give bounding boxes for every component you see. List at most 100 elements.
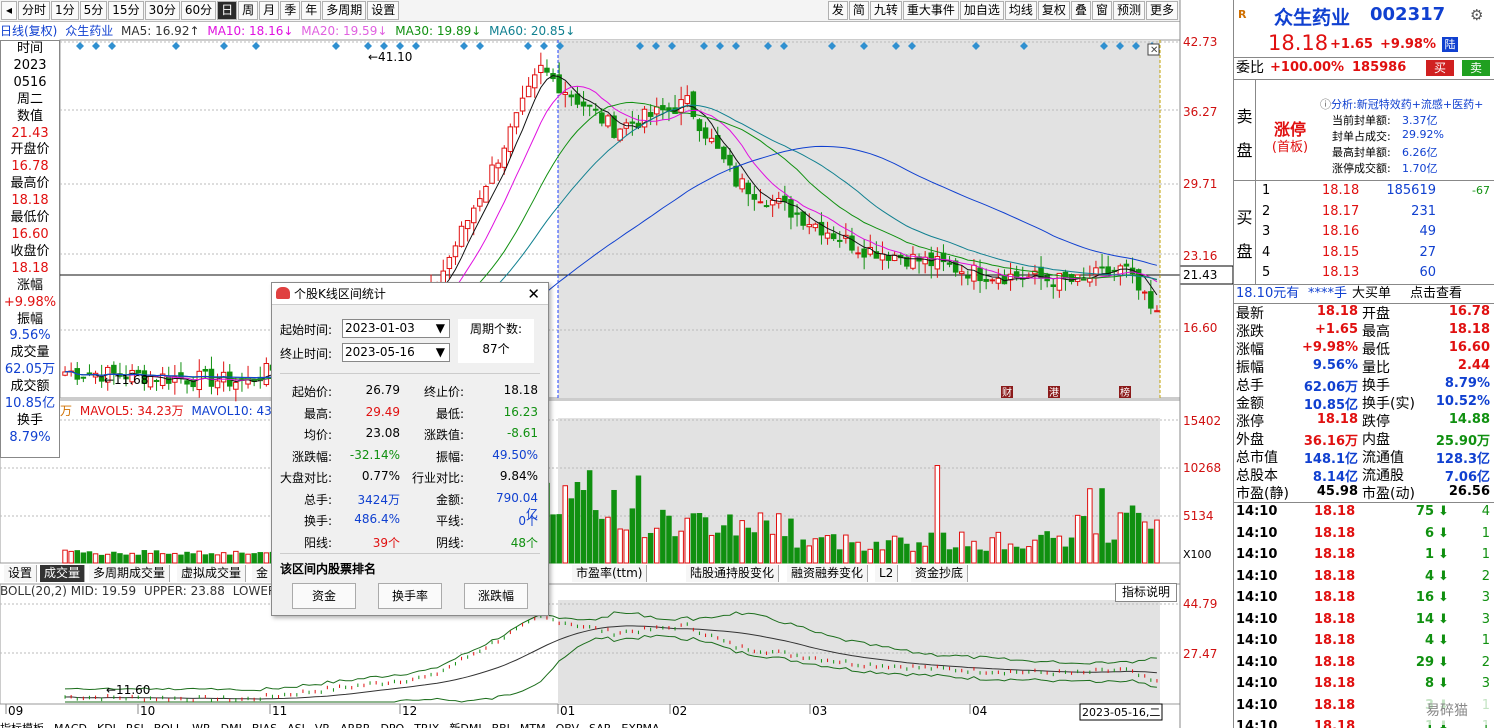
big-order-link[interactable]: 点击查看 bbox=[1410, 285, 1462, 303]
tick-count: 1 bbox=[1481, 525, 1490, 541]
template-item-5[interactable]: WR bbox=[192, 722, 211, 728]
sell-button[interactable]: 卖 bbox=[1462, 60, 1490, 76]
start-time-select[interactable]: 2023-01-03 ▼ bbox=[342, 319, 450, 338]
chevron-down-icon: ▼ bbox=[435, 321, 445, 335]
tick-price: 18.18 bbox=[1314, 504, 1356, 519]
candle-body bbox=[989, 279, 995, 282]
month-label: 03 bbox=[812, 704, 827, 718]
bid-price: 18.18 bbox=[1322, 183, 1360, 198]
template-item-17[interactable]: SAR bbox=[589, 722, 611, 728]
indicator-tab-7[interactable]: 融资融券变化 bbox=[787, 565, 869, 582]
template-item-2[interactable]: KDJ bbox=[97, 722, 116, 728]
volume-bar bbox=[904, 543, 910, 564]
template-item-13[interactable]: 新DMI bbox=[449, 722, 481, 728]
volume-bar bbox=[135, 554, 141, 564]
indicator-tab-8[interactable]: L2 bbox=[875, 565, 899, 582]
candle-body bbox=[464, 220, 471, 230]
volume-bar bbox=[800, 539, 806, 564]
kline-chart[interactable]: 42.73 36.27 29.71 23.16 21.43 16.60 15402 10268… bbox=[0, 0, 1233, 728]
indicator-tab-4[interactable]: 金 bbox=[252, 565, 274, 582]
template-item-4[interactable]: BOLL bbox=[154, 722, 182, 728]
tick-count: 1 bbox=[1481, 633, 1490, 648]
quote-label: 流通值 bbox=[1362, 450, 1404, 466]
template-item-14[interactable]: BBI bbox=[492, 722, 510, 728]
volume-bar bbox=[178, 554, 184, 564]
watermark-logo: 易碎猫 bbox=[1402, 697, 1492, 725]
seal-value: 3.37亿 bbox=[1402, 114, 1438, 127]
volume-bar bbox=[635, 475, 642, 564]
end-time-select[interactable]: 2023-05-16 ▼ bbox=[342, 343, 450, 362]
stat-value: -8.61 bbox=[506, 426, 538, 440]
tick-count: 4 bbox=[1481, 504, 1490, 519]
template-item-1[interactable]: MACD bbox=[54, 722, 87, 728]
high-price-label: ←41.10 bbox=[368, 50, 412, 64]
bid-volume: 60 bbox=[1419, 265, 1436, 280]
tick-count: 3 bbox=[1481, 611, 1490, 627]
indicator-tab-6[interactable]: 陆股通持股变化 bbox=[686, 565, 780, 582]
month-label: 10 bbox=[140, 704, 155, 718]
template-item-15[interactable]: MTM bbox=[520, 722, 546, 728]
template-item-9[interactable]: VR bbox=[315, 722, 330, 728]
candle-body bbox=[995, 277, 1002, 284]
indicator-tab-2[interactable]: 多周期成交量 bbox=[89, 565, 171, 582]
arrow-down-icon: ⬇ bbox=[1438, 590, 1449, 605]
tick-time: 14:10 bbox=[1236, 504, 1278, 519]
template-item-16[interactable]: OBV bbox=[556, 722, 579, 728]
volume-bar bbox=[1093, 533, 1099, 564]
volume-bar bbox=[1129, 505, 1136, 564]
buy-button[interactable]: 买 bbox=[1426, 60, 1454, 76]
template-item-6[interactable]: DMI bbox=[221, 722, 242, 728]
candle-body bbox=[788, 199, 794, 218]
tick-count: 1 bbox=[1481, 547, 1490, 562]
candle-body bbox=[647, 112, 654, 117]
boll-upper-label: UPPER: 23.88 bbox=[143, 584, 225, 598]
indicator-tab-9[interactable]: 资金抄底 bbox=[911, 565, 969, 582]
volume-bar bbox=[782, 536, 788, 564]
gear-icon[interactable]: ⚙ bbox=[1470, 6, 1483, 24]
candle-body bbox=[80, 376, 87, 379]
volume-bar bbox=[952, 547, 959, 564]
close-icon[interactable]: ✕ bbox=[527, 283, 540, 305]
stat-value: 9.84% bbox=[499, 469, 538, 483]
volume-bar bbox=[977, 549, 983, 564]
interval-stats-dialog: 个股K线区间统计 ✕ 起始时间: 2023-01-03 ▼ 终止时间: 2023-… bbox=[271, 282, 549, 616]
template-item-18[interactable]: EXPMA bbox=[621, 722, 659, 728]
indicator-tab-3[interactable]: 虚拟成交量 bbox=[177, 565, 247, 582]
candle-body bbox=[562, 91, 568, 95]
template-item-8[interactable]: ASI bbox=[287, 722, 305, 728]
quote-label: 总股本 bbox=[1236, 468, 1278, 484]
bid-level: 1 bbox=[1262, 183, 1271, 198]
template-item-12[interactable]: TRIX bbox=[414, 722, 439, 728]
quote-value: 2.44 bbox=[1457, 358, 1490, 373]
template-item-3[interactable]: RSI bbox=[126, 722, 144, 728]
indicator-tab-1[interactable]: 成交量 bbox=[40, 565, 86, 582]
volume-bar bbox=[593, 510, 599, 564]
analysis-row[interactable]: ⓘ分析:新冠特效药+流感+医药+ bbox=[1320, 96, 1483, 112]
rank-fund-button[interactable]: 资金 bbox=[292, 583, 356, 609]
template-item-11[interactable]: DPO bbox=[380, 722, 404, 728]
volume-bar bbox=[971, 540, 977, 564]
template-item-7[interactable]: BIAS bbox=[252, 722, 277, 728]
info-cell: 21.43 bbox=[11, 125, 49, 141]
template-item-10[interactable]: ARBR bbox=[340, 722, 370, 728]
candle-body bbox=[568, 94, 575, 98]
volume-bar bbox=[1117, 512, 1124, 564]
info-cell: 2023 bbox=[13, 57, 47, 73]
volume-bar bbox=[769, 533, 776, 564]
candle-body bbox=[519, 97, 526, 112]
rank-change-button[interactable]: 涨跌幅 bbox=[464, 583, 528, 609]
template-item-0[interactable]: 指标模板 bbox=[0, 722, 44, 728]
last-price: 18.18 bbox=[1268, 31, 1329, 55]
volume-bar bbox=[922, 545, 928, 564]
volume-bar bbox=[940, 532, 947, 564]
indicator-help-button[interactable]: 指标说明 bbox=[1115, 583, 1177, 602]
rank-turnover-button[interactable]: 换手率 bbox=[378, 583, 442, 609]
arrow-down-icon: ⬇ bbox=[1438, 633, 1449, 648]
big-order-row[interactable]: 18.10元有 ****手 大买单 点击查看 bbox=[1234, 285, 1494, 303]
indicator-tab-0[interactable]: 设置 bbox=[4, 565, 38, 582]
month-label: 02 bbox=[672, 704, 687, 718]
volume-bar bbox=[928, 532, 934, 564]
volume-bar bbox=[611, 489, 617, 564]
candle-body bbox=[233, 381, 239, 390]
indicator-tab-5[interactable]: 市盈率(ttm) bbox=[572, 565, 648, 582]
